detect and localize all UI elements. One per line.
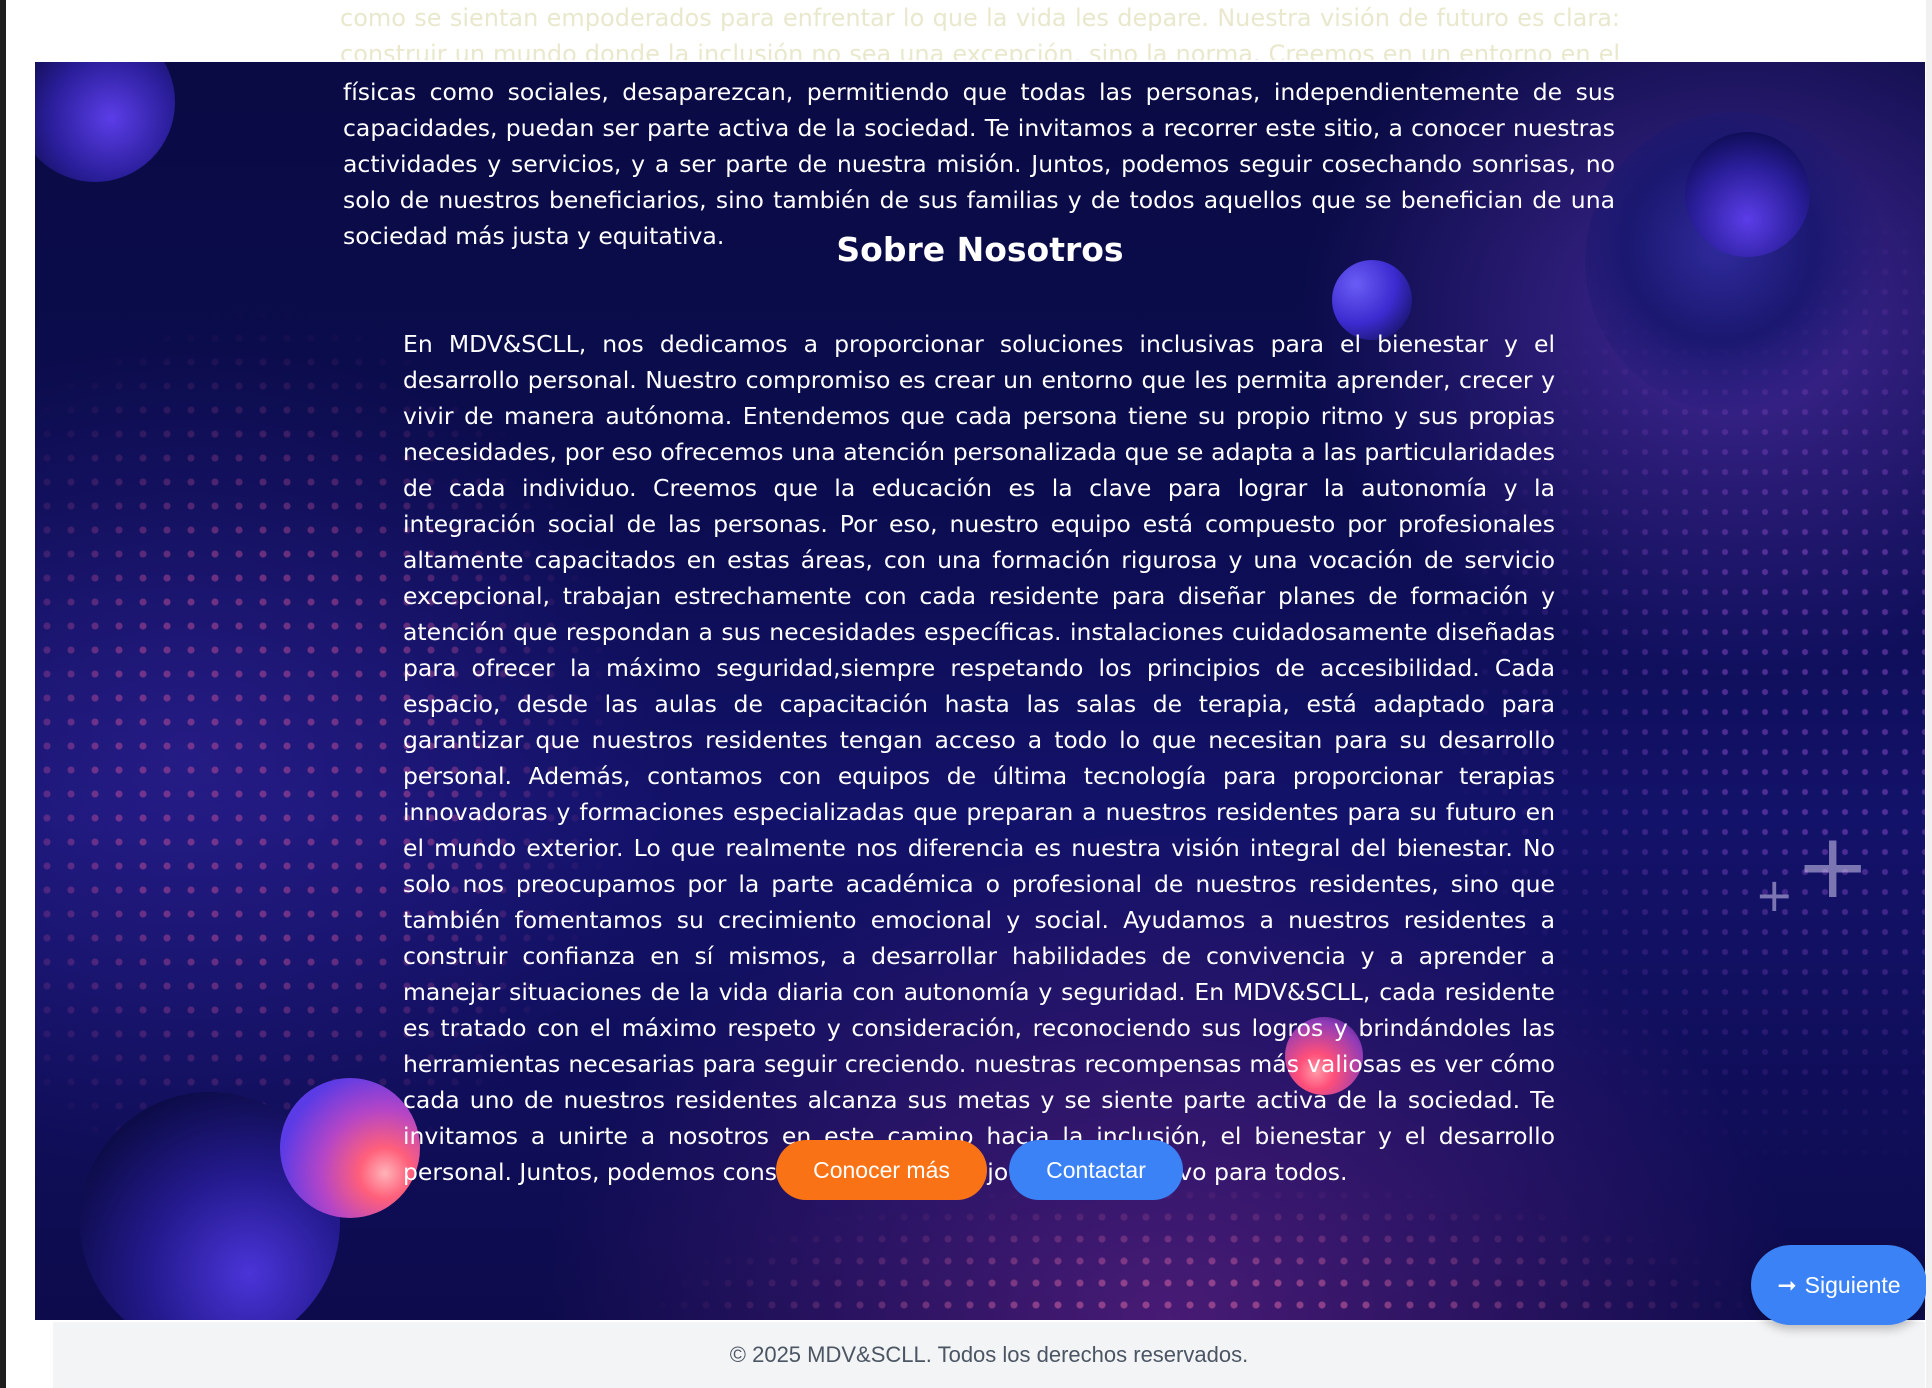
contact-button[interactable]: Contactar (1009, 1140, 1183, 1200)
hero-content: físicas como sociales, desaparezcan, per… (35, 62, 1925, 1320)
page-footer: © 2025 MDV&SCLL. Todos los derechos rese… (53, 1322, 1925, 1388)
next-button[interactable]: ➞ Siguiente (1751, 1245, 1927, 1325)
about-paragraph: En MDV&SCLL, nos dedicamos a proporciona… (403, 329, 1555, 1186)
intro-paragraph: físicas como sociales, desaparezcan, per… (343, 77, 1615, 250)
footer-copyright: © 2025 MDV&SCLL. Todos los derechos rese… (729, 1342, 1249, 1367)
editor-edge-strip (0, 0, 6, 1388)
learn-more-button[interactable]: Conocer más (776, 1140, 987, 1200)
about-title: Sobre Nosotros (836, 230, 1124, 269)
scrollbar[interactable] (1926, 0, 1932, 1388)
arrow-right-icon: ➞ (1777, 1271, 1797, 1298)
faded-intro-text: como se sientan empoderados para enfrent… (340, 4, 1620, 60)
hero-section: + + físicas como sociales, desaparezcan,… (35, 62, 1925, 1320)
next-button-label: Siguiente (1804, 1271, 1901, 1298)
